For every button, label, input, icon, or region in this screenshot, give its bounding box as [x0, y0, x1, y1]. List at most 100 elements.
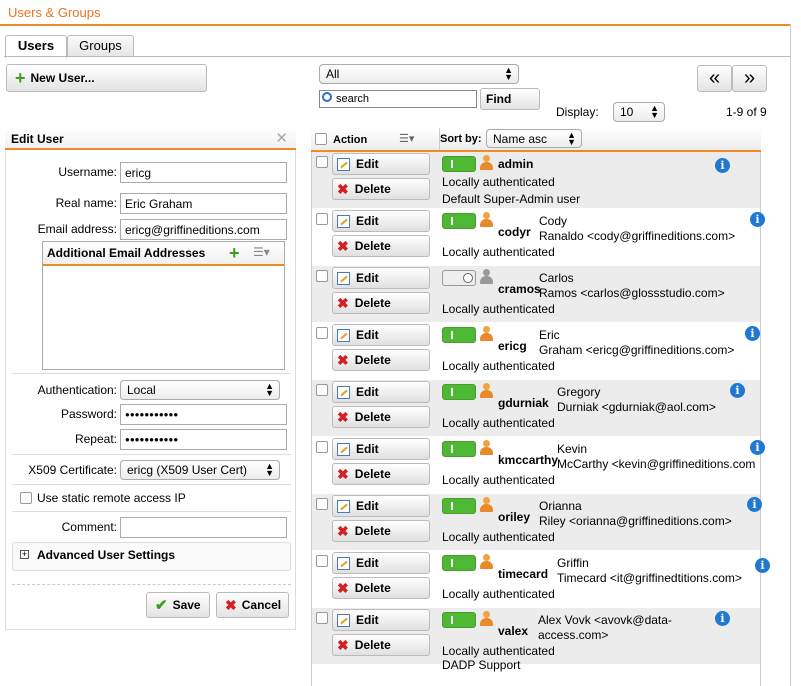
username[interactable]: valex	[498, 624, 528, 638]
edit-user-button[interactable]: Edit	[332, 153, 430, 175]
edit-user-button[interactable]: Edit	[332, 495, 430, 517]
delete-label: Delete	[354, 467, 391, 481]
edit-user-button[interactable]: Edit	[332, 609, 430, 631]
row-checkbox[interactable]	[316, 612, 328, 624]
username-field[interactable]: ericg	[120, 162, 287, 183]
user-description: Default Super-Admin user	[442, 192, 581, 206]
info-icon[interactable]: i	[715, 611, 730, 626]
tab-groups[interactable]: Groups	[67, 35, 134, 57]
user-fullname-line2: access.com>	[538, 628, 609, 642]
edit-user-title: Edit User	[11, 132, 64, 146]
enabled-toggle[interactable]	[442, 213, 476, 229]
row-checkbox[interactable]	[316, 156, 328, 168]
delete-label: Delete	[354, 410, 391, 424]
repeat-password-field[interactable]: ●●●●●●●●●●●	[120, 429, 287, 450]
enabled-toggle[interactable]	[442, 441, 476, 457]
enabled-toggle[interactable]	[442, 612, 476, 628]
sort-value: Name asc	[493, 132, 548, 146]
info-icon[interactable]: i	[747, 497, 762, 512]
comment-field[interactable]	[120, 517, 287, 538]
new-user-button[interactable]: + New User...	[6, 64, 207, 92]
edit-user-button[interactable]: Edit	[332, 324, 430, 346]
info-icon[interactable]: i	[730, 383, 745, 398]
tab-users[interactable]: Users	[5, 35, 67, 58]
first-page-button[interactable]: «	[697, 65, 732, 92]
row-checkbox[interactable]	[316, 555, 328, 567]
static-ip-checkbox[interactable]	[20, 492, 32, 504]
cancel-button[interactable]: ✖ Cancel	[216, 592, 289, 618]
edit-user-button[interactable]: Edit	[332, 381, 430, 403]
edit-user-button[interactable]: Edit	[332, 210, 430, 232]
x509-label: X509 Certificate:	[28, 463, 117, 477]
username[interactable]: ericg	[498, 339, 527, 353]
x509-select[interactable]: ericg (X509 User Cert) ▲ ▼	[120, 460, 280, 480]
user-fullname-line1: Eric	[539, 328, 560, 342]
info-icon[interactable]: i	[715, 158, 730, 173]
username[interactable]: kmccarthy	[498, 453, 558, 467]
expand-icon[interactable]: +	[20, 550, 29, 559]
enabled-toggle[interactable]	[442, 327, 476, 343]
close-icon[interactable]: ✕	[275, 129, 288, 147]
enabled-toggle[interactable]	[442, 498, 476, 514]
grid-header: Action ☰▾ Sort by: Name asc ▲ ▼	[311, 128, 761, 152]
username[interactable]: gdurniak	[498, 396, 549, 410]
enabled-toggle[interactable]	[442, 270, 476, 286]
delete-user-button[interactable]: ✖ Delete	[332, 349, 430, 371]
enabled-toggle[interactable]	[442, 555, 476, 571]
row-checkbox[interactable]	[316, 384, 328, 396]
password-field[interactable]: ●●●●●●●●●●●	[120, 404, 287, 425]
user-fullname-line2: Ramos <carlos@glossstudio.com>	[539, 286, 725, 300]
delete-user-button[interactable]: ✖ Delete	[332, 634, 430, 656]
realname-field[interactable]: Eric Graham	[120, 193, 287, 214]
display-select[interactable]: 10 ▲ ▼	[613, 102, 665, 122]
info-icon[interactable]: i	[750, 440, 765, 455]
edit-icon	[337, 613, 350, 627]
row-checkbox[interactable]	[316, 270, 328, 282]
delete-user-button[interactable]: ✖ Delete	[332, 235, 430, 257]
advanced-settings-section[interactable]: + Advanced User Settings	[12, 542, 291, 571]
info-icon[interactable]: i	[745, 326, 760, 341]
info-icon[interactable]: i	[755, 558, 770, 573]
find-button[interactable]: Find	[480, 88, 540, 110]
edit-user-button[interactable]: Edit	[332, 552, 430, 574]
delete-user-button[interactable]: ✖ Delete	[332, 463, 430, 485]
auth-status: Locally authenticated	[442, 644, 555, 658]
row-checkbox[interactable]	[316, 441, 328, 453]
email-field[interactable]: ericg@griffineditions.com	[120, 219, 287, 240]
enabled-toggle[interactable]	[442, 156, 476, 172]
enabled-toggle[interactable]	[442, 384, 476, 400]
edit-user-button[interactable]: Edit	[332, 438, 430, 460]
auth-select[interactable]: Local ▲ ▼	[120, 380, 280, 400]
add-email-icon[interactable]: +	[229, 244, 240, 262]
edit-user-button[interactable]: Edit	[332, 267, 430, 289]
delete-user-button[interactable]: ✖ Delete	[332, 178, 430, 200]
save-button[interactable]: ✔ Save	[146, 592, 210, 618]
select-all-checkbox[interactable]	[315, 133, 327, 145]
search-input[interactable]: search	[319, 90, 477, 108]
last-page-button[interactable]: »	[732, 65, 767, 92]
delete-user-button[interactable]: ✖ Delete	[332, 577, 430, 599]
row-checkbox[interactable]	[316, 498, 328, 510]
row-checkbox[interactable]	[316, 327, 328, 339]
username[interactable]: timecard	[498, 567, 548, 581]
list-menu-icon[interactable]: ☰▾	[253, 245, 270, 259]
delete-user-button[interactable]: ✖ Delete	[332, 406, 430, 428]
column-menu-icon[interactable]: ☰▾	[399, 132, 414, 145]
delete-icon: ✖	[337, 523, 349, 539]
realname-label: Real name:	[55, 196, 117, 210]
user-fullname-line1: Cody	[539, 214, 568, 228]
filter-select[interactable]: All ▲ ▼	[319, 64, 519, 84]
username[interactable]: codyr	[498, 225, 531, 239]
edit-label: Edit	[356, 214, 379, 228]
table-row: Edit ✖ Delete valex Alex Vovk <avovk@data-ac…	[312, 608, 760, 672]
username[interactable]: cramos	[498, 282, 541, 296]
delete-user-button[interactable]: ✖ Delete	[332, 292, 430, 314]
delete-user-button[interactable]: ✖ Delete	[332, 520, 430, 542]
username[interactable]: oriley	[498, 510, 530, 524]
username[interactable]: admin	[498, 157, 533, 171]
user-fullname-line1: Kevin	[557, 442, 588, 456]
divider	[12, 584, 291, 585]
row-checkbox[interactable]	[316, 213, 328, 225]
sort-select[interactable]: Name asc ▲ ▼	[486, 129, 582, 148]
info-icon[interactable]: i	[750, 212, 765, 227]
